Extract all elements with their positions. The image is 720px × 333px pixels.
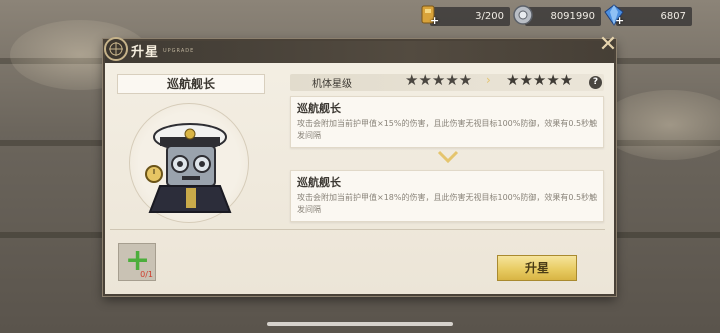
skill-description: 攻击会附加当前护甲值×18%的伤害，且此伤害无视目标100%防御，效果有0.5秒… [297,193,598,214]
resource-crystal-counter: 6807 [616,7,692,26]
panel-divider [110,229,605,230]
next-stars: ★★★★★ [506,71,574,89]
crystal-icon[interactable]: + [603,4,625,27]
help-icon[interactable]: ? [589,76,602,89]
resource-crystal-value: 6807 [660,11,686,22]
unit-name: 巡航舰长 [117,74,265,94]
skill-card-next: 巡航舰长 攻击会附加当前护甲值×18%的伤害，且此伤害无视目标100%防御，效果… [290,170,604,222]
home-indicator[interactable] [267,322,453,326]
chevron-down-icon [437,150,459,164]
compass-icon [104,37,128,61]
current-stars: ★★★★★ [405,71,473,89]
skill-description: 攻击会附加当前护甲值×15%的伤害，且此伤害无视目标100%防御，效果有0.5秒… [297,119,598,140]
material-count: 0/1 [140,270,153,279]
resource-coin-value: 8091990 [550,11,595,22]
add-fuel-icon[interactable]: + [430,14,439,27]
resource-fuel-counter: 3/200 [430,7,510,26]
close-icon[interactable]: ✕ [598,34,618,56]
background-light [600,90,720,160]
skill-name: 巡航舰长 [297,102,341,115]
skill-name: 巡航舰长 [297,176,341,189]
skill-card-current: 巡航舰长 攻击会附加当前护甲值×15%的伤害，且此伤害无视目标100%防御，效果… [290,96,604,148]
gear-coin-icon [512,4,534,26]
star-level-label: 机体星级 [312,79,352,90]
panel-title: 升星 [131,45,160,60]
unit-portrait [129,103,249,223]
captain-robot-icon [145,123,232,213]
resource-fuel-value: 3/200 [475,11,504,22]
material-slot[interactable]: + 0/1 [118,243,156,281]
panel-subtitle: UPGRADE [163,48,195,54]
resource-coin-counter: 8091990 [525,7,601,26]
arrow-right-icon: › [486,73,491,87]
add-crystal-icon[interactable]: + [615,14,624,27]
fuel-icon[interactable]: + [418,4,440,27]
upgrade-button[interactable]: 升星 [497,255,577,281]
